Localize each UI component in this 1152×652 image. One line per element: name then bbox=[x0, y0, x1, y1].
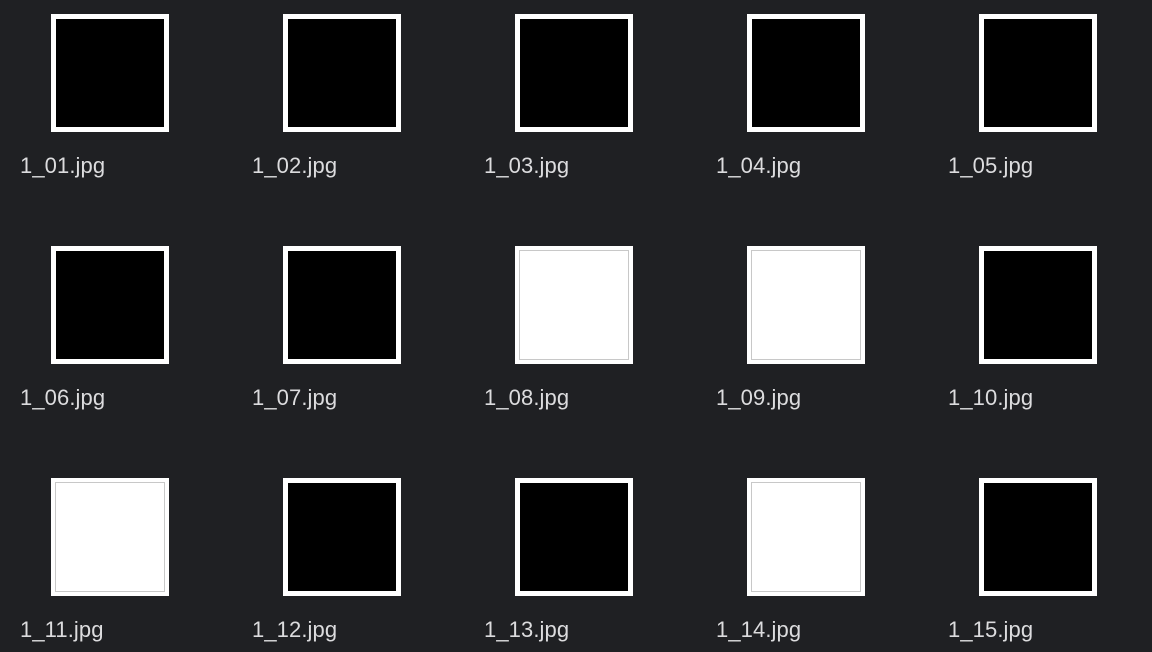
image-thumbnail[interactable] bbox=[51, 246, 169, 364]
file-name[interactable]: 1_04.jpg bbox=[716, 153, 801, 179]
image-thumbnail[interactable] bbox=[515, 14, 633, 132]
image-thumbnail[interactable] bbox=[283, 246, 401, 364]
image-thumbnail[interactable] bbox=[747, 246, 865, 364]
file-item-1-10[interactable]: 1_10.jpg bbox=[948, 246, 1108, 446]
file-item-1-12[interactable]: 1_12.jpg bbox=[252, 478, 412, 652]
file-item-1-14[interactable]: 1_14.jpg bbox=[716, 478, 876, 652]
file-item-1-08[interactable]: 1_08.jpg bbox=[484, 246, 644, 446]
file-item-1-04[interactable]: 1_04.jpg bbox=[716, 14, 876, 214]
file-name[interactable]: 1_08.jpg bbox=[484, 385, 569, 411]
file-item-1-13[interactable]: 1_13.jpg bbox=[484, 478, 644, 652]
image-thumbnail[interactable] bbox=[283, 478, 401, 596]
file-item-1-03[interactable]: 1_03.jpg bbox=[484, 14, 644, 214]
file-name[interactable]: 1_13.jpg bbox=[484, 617, 569, 643]
file-name[interactable]: 1_06.jpg bbox=[20, 385, 105, 411]
image-thumbnail[interactable] bbox=[979, 246, 1097, 364]
image-thumbnail[interactable] bbox=[283, 14, 401, 132]
file-name[interactable]: 1_05.jpg bbox=[948, 153, 1033, 179]
file-name[interactable]: 1_10.jpg bbox=[948, 385, 1033, 411]
file-item-1-02[interactable]: 1_02.jpg bbox=[252, 14, 412, 214]
file-item-1-01[interactable]: 1_01.jpg bbox=[20, 14, 180, 214]
file-name[interactable]: 1_07.jpg bbox=[252, 385, 337, 411]
file-name[interactable]: 1_02.jpg bbox=[252, 153, 337, 179]
file-name[interactable]: 1_12.jpg bbox=[252, 617, 337, 643]
file-name[interactable]: 1_11.jpg bbox=[20, 617, 104, 643]
image-thumbnail[interactable] bbox=[515, 478, 633, 596]
image-thumbnail[interactable] bbox=[515, 246, 633, 364]
file-item-1-09[interactable]: 1_09.jpg bbox=[716, 246, 876, 446]
image-thumbnail[interactable] bbox=[979, 14, 1097, 132]
file-name[interactable]: 1_14.jpg bbox=[716, 617, 801, 643]
file-item-1-05[interactable]: 1_05.jpg bbox=[948, 14, 1108, 214]
file-item-1-07[interactable]: 1_07.jpg bbox=[252, 246, 412, 446]
image-thumbnail[interactable] bbox=[51, 14, 169, 132]
file-name[interactable]: 1_09.jpg bbox=[716, 385, 801, 411]
image-thumbnail[interactable] bbox=[747, 478, 865, 596]
image-thumbnail[interactable] bbox=[979, 478, 1097, 596]
file-item-1-15[interactable]: 1_15.jpg bbox=[948, 478, 1108, 652]
file-name[interactable]: 1_03.jpg bbox=[484, 153, 569, 179]
file-item-1-11[interactable]: 1_11.jpg bbox=[20, 478, 180, 652]
file-name[interactable]: 1_01.jpg bbox=[20, 153, 105, 179]
image-thumbnail[interactable] bbox=[747, 14, 865, 132]
image-thumbnail[interactable] bbox=[51, 478, 169, 596]
file-grid: 1_01.jpg 1_02.jpg 1_03.jpg 1_04.jpg 1_05… bbox=[0, 0, 1152, 652]
file-item-1-06[interactable]: 1_06.jpg bbox=[20, 246, 180, 446]
file-name[interactable]: 1_15.jpg bbox=[948, 617, 1033, 643]
